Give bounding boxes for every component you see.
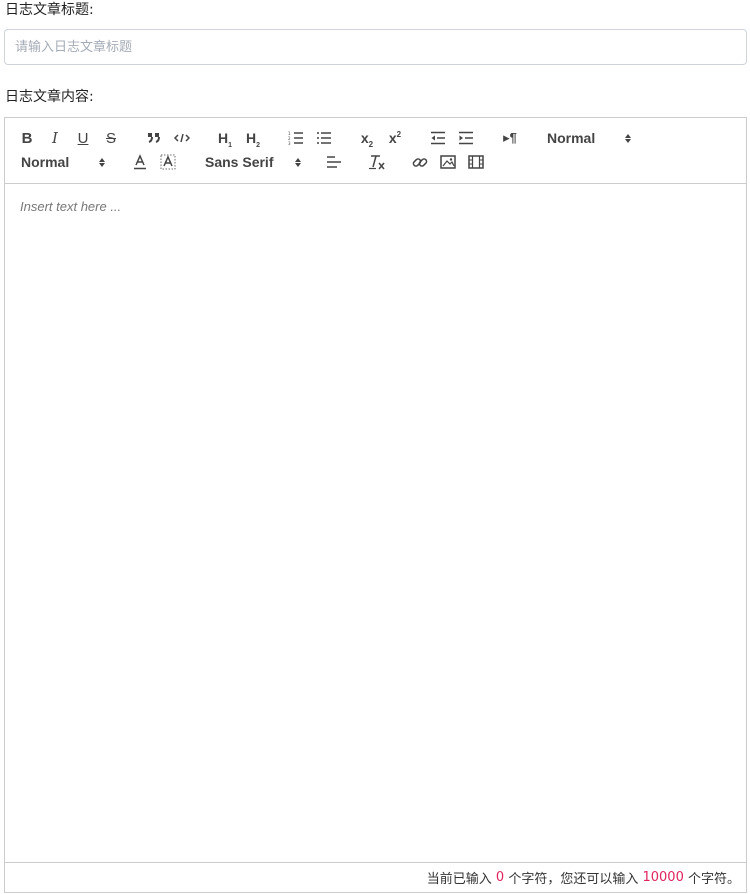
- editor-content[interactable]: Insert text here ...: [5, 184, 746, 862]
- rich-text-editor: B I U S H1 H2 1 2 3 x2 x2 ▸¶ Normal Norm…: [4, 117, 747, 893]
- superscript-button[interactable]: x2: [385, 128, 405, 148]
- strike-button[interactable]: S: [103, 128, 119, 148]
- ordered-list-button[interactable]: 1 2 3: [287, 128, 305, 148]
- bold-button[interactable]: B: [19, 128, 35, 148]
- indent-increase-button[interactable]: [457, 128, 475, 148]
- underline-icon: U: [77, 129, 89, 147]
- editor-toolbar: B I U S H1 H2 1 2 3 x2 x2 ▸¶ Normal Norm…: [5, 118, 746, 184]
- text-color-icon: [134, 154, 146, 170]
- subscript-icon: x2: [360, 130, 374, 149]
- superscript-icon: x2: [388, 130, 402, 146]
- content-label: 日志文章内容:: [5, 89, 94, 105]
- bullet-list-button[interactable]: [315, 128, 333, 148]
- link-button[interactable]: [411, 152, 429, 172]
- status-prefix: 当前已输入: [426, 872, 492, 887]
- underline-button[interactable]: U: [75, 128, 91, 148]
- header1-icon: H1: [217, 130, 233, 149]
- header-picker[interactable]: Normal: [21, 152, 105, 172]
- italic-button[interactable]: I: [47, 128, 63, 148]
- video-button[interactable]: [467, 152, 485, 172]
- svg-text:3: 3: [288, 141, 291, 145]
- chevron-up-down-icon: [295, 157, 301, 167]
- align-icon: [327, 156, 341, 168]
- image-icon: [440, 155, 456, 169]
- status-middle: 个字符，您还可以输入: [508, 872, 639, 887]
- remaining-count: 10000: [642, 870, 684, 885]
- italic-icon: I: [52, 128, 58, 147]
- video-icon: [468, 155, 484, 169]
- subscript-button[interactable]: x2: [357, 128, 377, 149]
- title-label: 日志文章标题:: [5, 2, 94, 18]
- char-count-status: 当前已输入 0 个字符，您还可以输入 10000 个字符。: [5, 862, 746, 892]
- header2-icon: H2: [245, 130, 261, 149]
- editor-placeholder: Insert text here ...: [20, 199, 122, 214]
- chevron-up-down-icon: [99, 157, 105, 167]
- current-count: 0: [495, 870, 505, 885]
- bold-icon: B: [21, 129, 33, 147]
- background-color-button[interactable]: [159, 152, 177, 172]
- title-input[interactable]: [4, 29, 747, 65]
- strike-icon: S: [105, 129, 116, 147]
- header2-button[interactable]: H2: [243, 128, 263, 149]
- status-suffix: 个字符。: [687, 872, 740, 887]
- text-direction-button[interactable]: ▸¶: [499, 128, 521, 148]
- link-icon: [412, 158, 428, 167]
- font-picker[interactable]: Sans Serif: [205, 152, 301, 172]
- size-picker[interactable]: Normal: [547, 128, 631, 148]
- indent-decrease-button[interactable]: [429, 128, 447, 148]
- clear-format-button[interactable]: [367, 152, 387, 172]
- code-block-icon: [174, 133, 190, 143]
- header1-button[interactable]: H1: [215, 128, 235, 149]
- ordered-list-icon: 1 2 3: [288, 131, 303, 145]
- chevron-up-down-icon: [625, 133, 631, 143]
- image-button[interactable]: [439, 152, 457, 172]
- indent-increase-icon: [459, 131, 473, 145]
- bullet-list-icon: [317, 132, 331, 144]
- text-color-button[interactable]: [131, 152, 149, 172]
- background-color-icon: [160, 154, 176, 170]
- align-button[interactable]: [325, 152, 343, 172]
- text-direction-icon: ▸¶: [503, 130, 517, 145]
- indent-decrease-icon: [431, 131, 445, 145]
- clear-format-icon: [369, 155, 385, 170]
- code-block-button[interactable]: [173, 128, 191, 148]
- blockquote-icon: [148, 133, 160, 143]
- blockquote-button[interactable]: [145, 128, 163, 148]
